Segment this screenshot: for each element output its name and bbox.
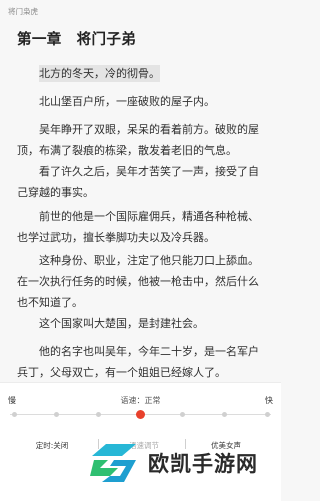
- speed-step-tick[interactable]: [180, 412, 186, 417]
- reader-page: 将门枭虎 第一章 将门子弟 北方的冬天，冷的彻骨。 北山堡百户所，一座破败的屋子…: [0, 0, 281, 382]
- speed-current-label: 语速：正常: [120, 396, 161, 405]
- speed-step-tick[interactable]: [11, 412, 17, 417]
- chapter-title: 第一章 将门子弟: [17, 32, 137, 48]
- speed-step-tick[interactable]: [53, 412, 59, 417]
- watermark: 欧凯手游网: [88, 440, 273, 490]
- ok-logo-icon: [90, 444, 136, 482]
- highlighted-sentence[interactable]: 北方的冬天，冷的彻骨。: [39, 65, 160, 82]
- speed-step-tick[interactable]: [264, 412, 270, 417]
- speed-step-tick[interactable]: [222, 412, 228, 417]
- paragraph[interactable]: 北山堡百户所，一座破败的屋子内。: [17, 91, 266, 112]
- book-title: 将门枭虎: [8, 7, 38, 16]
- paragraph[interactable]: 前世的他是一个国际雇佣兵，精通各种枪械、也学过武功，擅长拳脚功夫以及冷兵器。: [17, 206, 266, 248]
- speed-fast-label: 快: [265, 396, 273, 405]
- paragraph[interactable]: 北方的冬天，冷的彻骨。: [17, 63, 266, 84]
- timer-button[interactable]: 定时:关闭: [26, 440, 78, 451]
- speed-step-tick[interactable]: [95, 412, 101, 417]
- paragraph[interactable]: 这个国家叫大楚国，是封建社会。: [17, 313, 266, 334]
- watermark-text: 欧凯手游网: [148, 452, 258, 476]
- paragraph[interactable]: 这种身份、职业，注定了他只能刀口上舔血。在一次执行任务的时候，他被一枪击中，然后…: [17, 250, 266, 313]
- paragraph[interactable]: 看了许久之后，吴年才苦笑了一声，接受了自己穿越的事实。: [17, 161, 266, 203]
- paragraph[interactable]: 他的名字也叫吴年，今年二十岁，是一名军户兵丁，父母双亡，有一个姐姐已经嫁人了。: [17, 341, 266, 382]
- paragraph[interactable]: 吴年睁开了双眼，呆呆的看着前方。破败的屋顶，布满了裂痕的栋梁，散发着老旧的气息。: [17, 119, 266, 161]
- speed-slider-knob[interactable]: [136, 410, 145, 419]
